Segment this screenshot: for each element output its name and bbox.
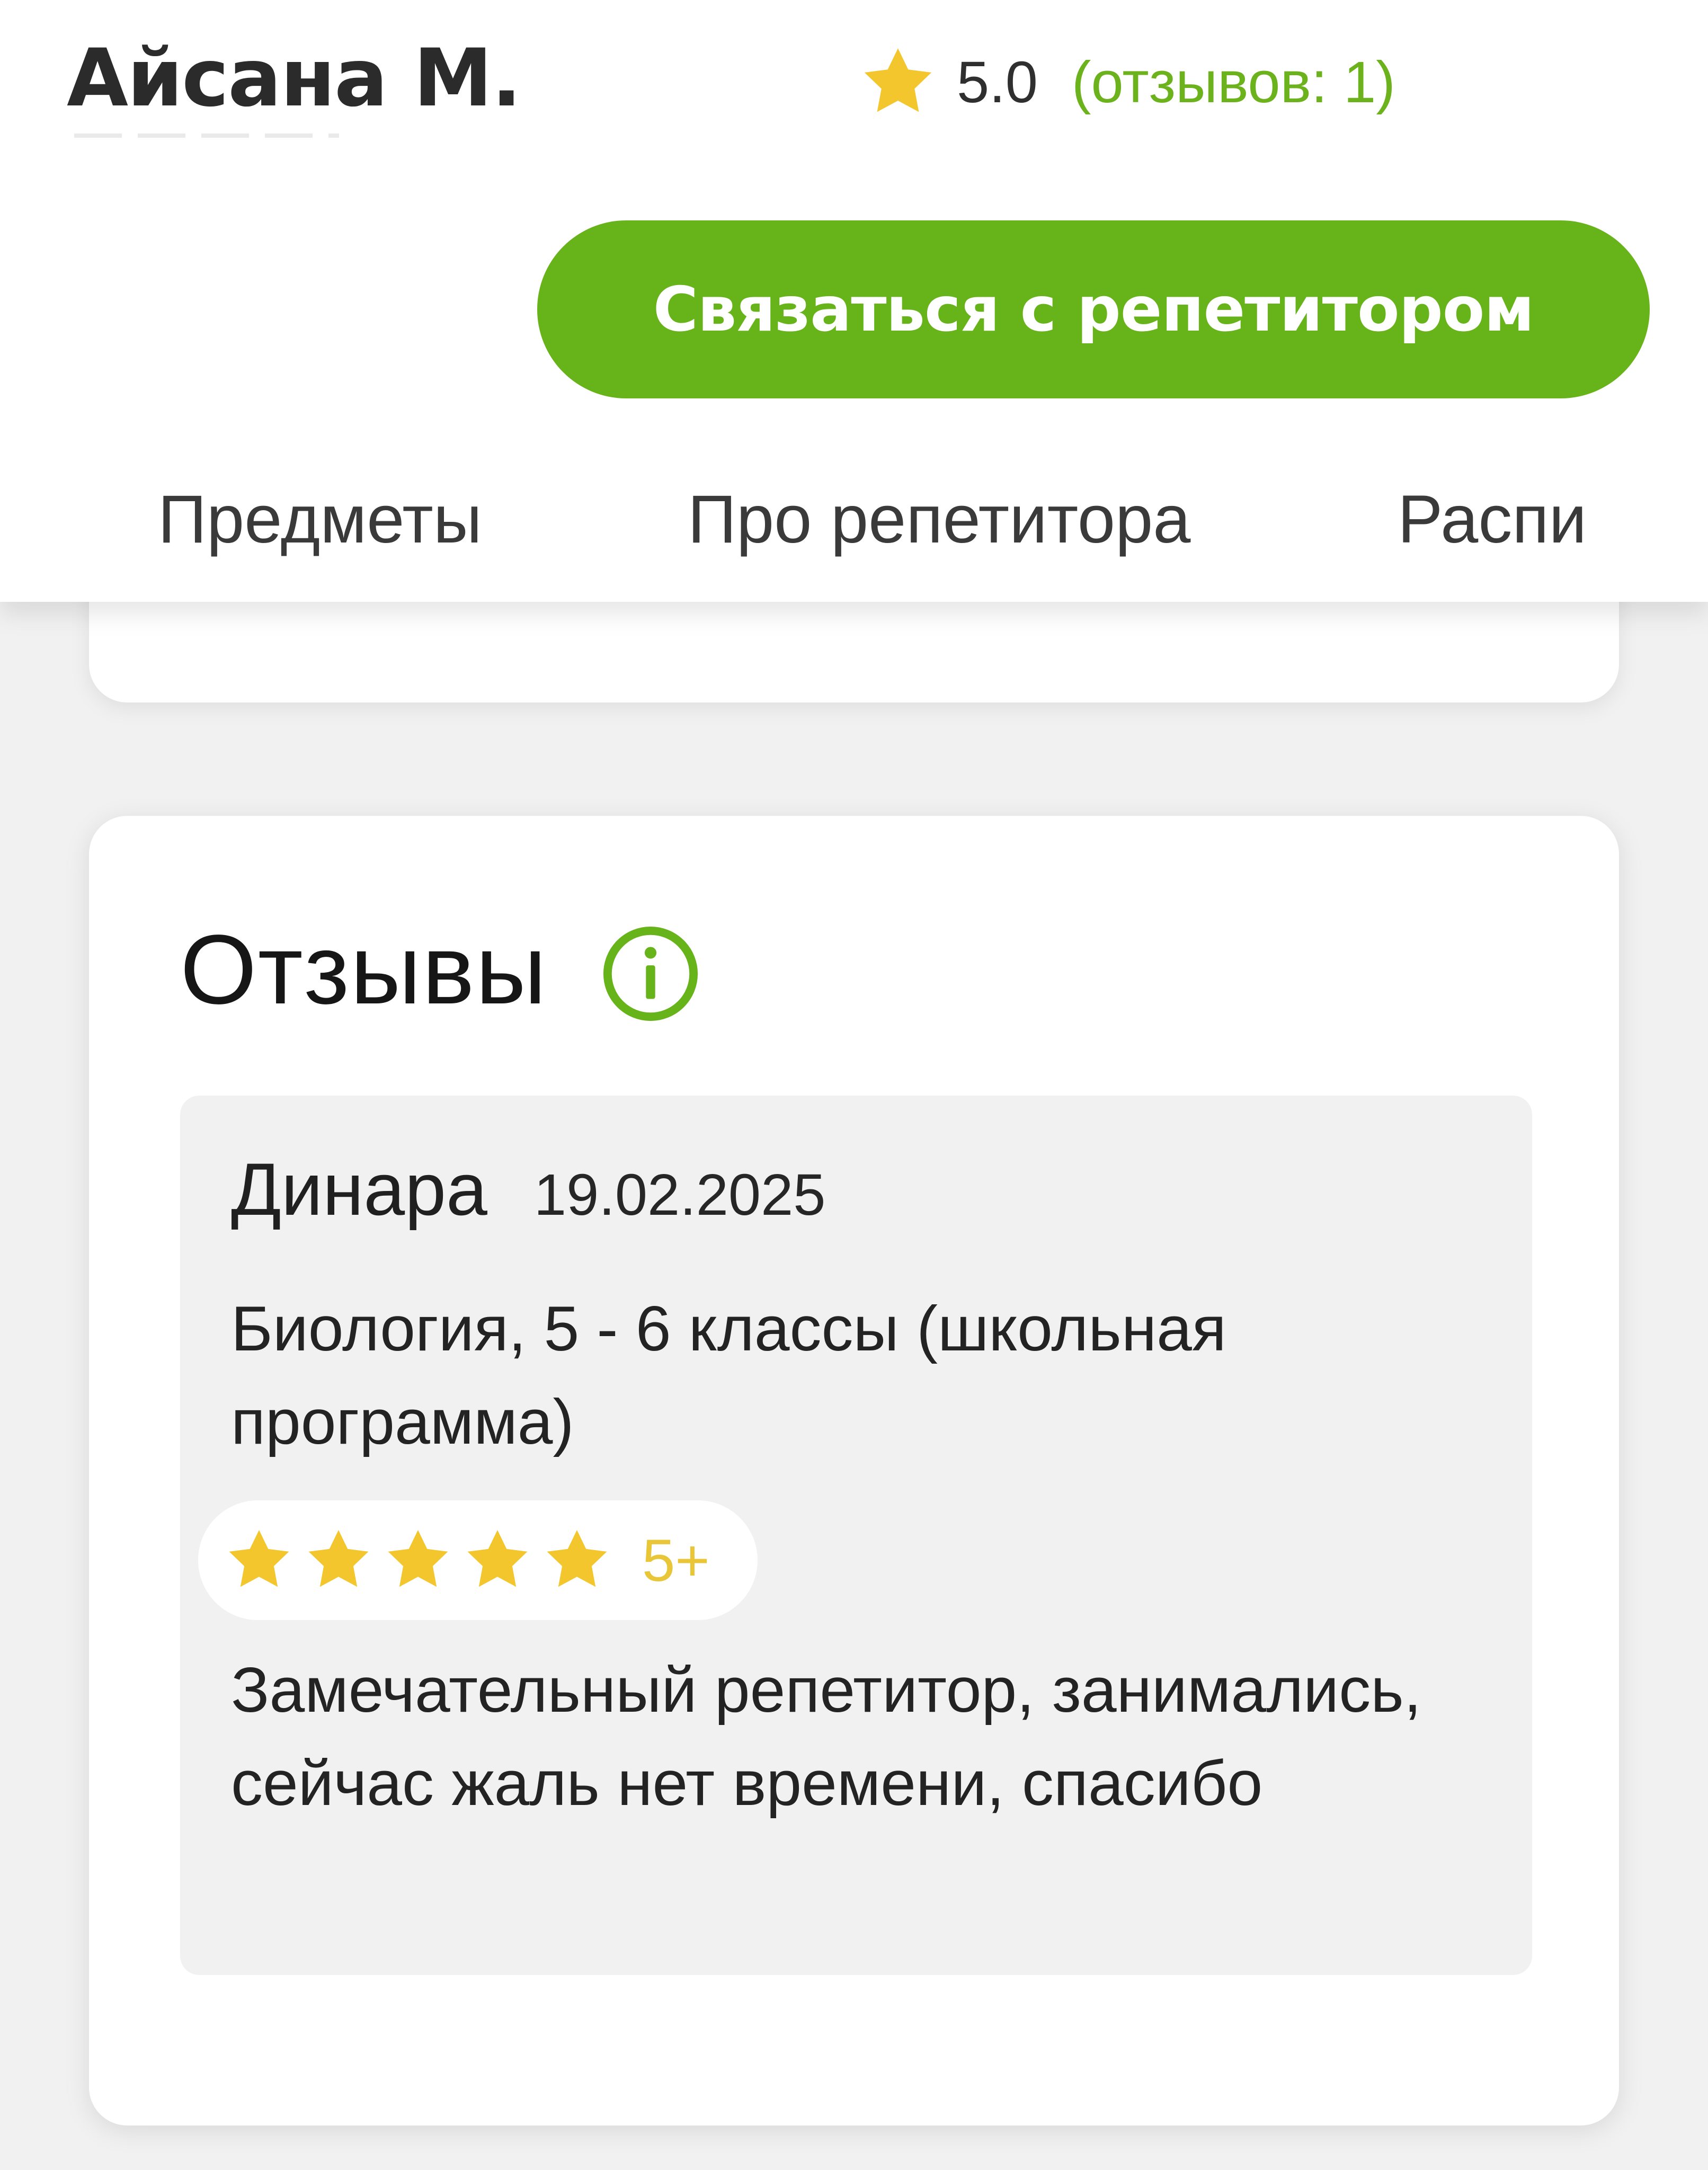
- review-date: 19.02.2025: [533, 1162, 826, 1228]
- review-stars: [224, 1525, 621, 1596]
- tutor-rating: 5.0 (отзывов: 1): [858, 32, 1395, 132]
- score-label: 5+: [642, 1527, 710, 1594]
- reviews-title: Отзывы: [180, 914, 548, 1025]
- reviews-header: Отзывы: [180, 890, 701, 1049]
- star-icon: [308, 1530, 369, 1587]
- star-icon: [388, 1530, 448, 1587]
- star-icon: [864, 48, 932, 112]
- review-header: Динара 19.02.2025: [231, 1146, 825, 1242]
- review-text: Замечательный репетитор, занимались, сей…: [231, 1655, 1422, 1819]
- tutor-name: Айсана М.: [67, 32, 522, 124]
- star-icon: [547, 1530, 607, 1587]
- sticky-header: Айсана М. 5.0 (отзывов: 1) Связаться с р…: [0, 0, 1708, 602]
- reviews-count-link[interactable]: (отзывов: 1): [1072, 49, 1395, 116]
- tab-schedule[interactable]: Распи: [1398, 466, 1708, 572]
- tab-subjects[interactable]: Предметы: [158, 466, 482, 572]
- contact-tutor-button[interactable]: Связаться с репетитором: [537, 220, 1650, 398]
- review-subject: Биология, 5 - 6 классы (школьная програм…: [231, 1293, 1226, 1457]
- reviewer-name: Динара: [231, 1148, 487, 1231]
- info-icon[interactable]: [600, 923, 701, 1024]
- reviews-section: Отзывы Динара 19.02.2025 Биология, 5 - 6…: [89, 816, 1619, 2125]
- review-item: Динара 19.02.2025 Биология, 5 - 6 классы…: [180, 1096, 1532, 1975]
- star-icon: [467, 1530, 528, 1587]
- tab-about-tutor[interactable]: Про репетитора: [688, 466, 1190, 572]
- cut-off-subtitle: [74, 134, 339, 138]
- rating-value: 5.0: [957, 49, 1038, 115]
- section-tabs: Предметы Про репетитора Распи: [0, 466, 1708, 572]
- review-score: 5+: [198, 1500, 758, 1620]
- star-icon: [229, 1530, 289, 1587]
